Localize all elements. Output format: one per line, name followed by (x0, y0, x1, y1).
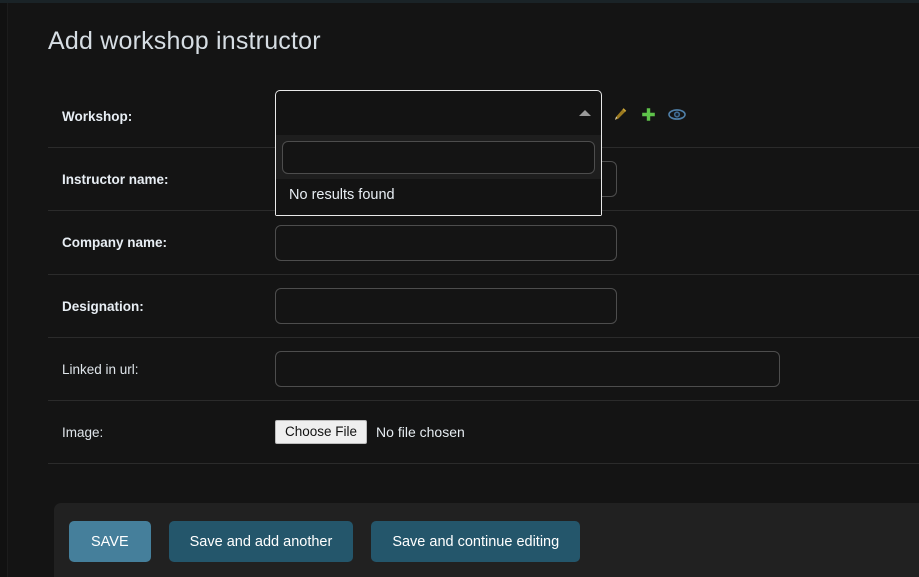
control-linkedin-url (275, 351, 919, 387)
save-button[interactable]: SAVE (69, 521, 151, 562)
submit-row-panel: SAVE Save and add another Save and conti… (54, 503, 919, 577)
company-name-input[interactable] (275, 224, 617, 261)
workshop-select-box[interactable] (275, 90, 602, 135)
workshop-select-dropdown: No results found (275, 135, 602, 216)
form-row-workshop: Workshop: No results found (48, 85, 919, 216)
label-image: Image: (62, 424, 104, 440)
form-row-company-name: Company name: (48, 211, 919, 275)
eye-icon[interactable] (668, 106, 686, 123)
save-and-add-another-button[interactable]: Save and add another (168, 521, 354, 562)
control-image: Choose File No file chosen (275, 419, 919, 445)
submit-buttons: SAVE Save and add another Save and conti… (69, 521, 581, 562)
label-workshop: Workshop: (62, 108, 133, 124)
save-and-continue-editing-button[interactable]: Save and continue editing (371, 521, 581, 562)
designation-input[interactable] (275, 288, 617, 324)
related-widget-actions (612, 106, 686, 123)
admin-add-form-page: Add workshop instructor Workshop: No res… (0, 0, 919, 577)
form-row-linkedin-url: Linked in url: (48, 338, 919, 401)
pencil-icon[interactable] (612, 106, 629, 123)
window-top-strip (0, 0, 919, 3)
chevron-up-icon[interactable] (579, 110, 591, 116)
file-status-text: No file chosen (376, 423, 465, 440)
workshop-no-results: No results found (276, 179, 601, 215)
workshop-select2: No results found (275, 90, 602, 216)
control-designation (275, 288, 919, 324)
file-input-wrapper: Choose File No file chosen (275, 419, 919, 445)
label-company-name: Company name: (62, 235, 168, 250)
choose-file-button[interactable]: Choose File (275, 419, 368, 445)
control-company-name (275, 224, 919, 261)
workshop-search-bar (276, 135, 601, 179)
instructor-form: Workshop: No results found Instructor na… (48, 85, 919, 464)
page-title: Add workshop instructor (48, 27, 321, 55)
page-left-edge (0, 3, 8, 577)
label-instructor-name: Instructor name: (62, 171, 169, 187)
label-linkedin-url: Linked in url: (62, 361, 139, 377)
label-designation: Designation: (62, 298, 144, 314)
form-row-designation: Designation: (48, 275, 919, 338)
linkedin-url-input[interactable] (275, 351, 780, 387)
plus-icon[interactable] (640, 106, 657, 123)
form-row-image: Image: Choose File No file chosen (48, 401, 919, 464)
workshop-search-input[interactable] (282, 141, 595, 174)
